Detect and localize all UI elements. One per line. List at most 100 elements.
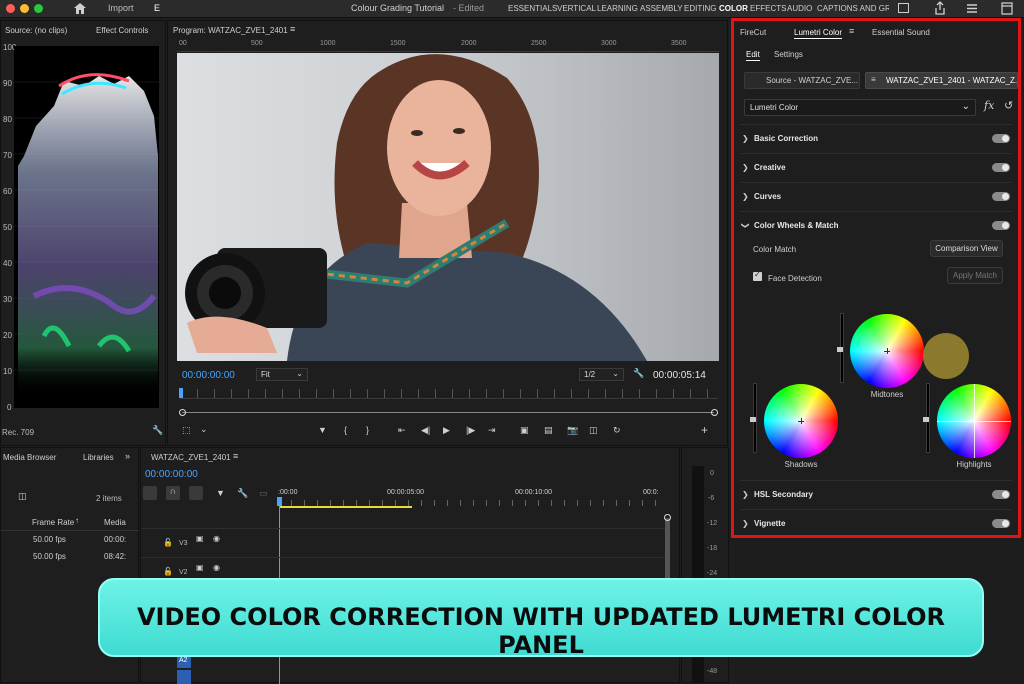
magnet-icon[interactable]: ∩ — [166, 486, 180, 500]
section-toggle[interactable] — [992, 490, 1010, 499]
zoom-window-button[interactable] — [34, 4, 43, 13]
lock-icon[interactable]: 🔓 — [163, 538, 173, 547]
reset-icon[interactable]: ↺ — [1004, 99, 1013, 112]
scroll-handle-top[interactable] — [664, 514, 671, 521]
timeline-tab[interactable]: WATZAC_ZVE1_2401 — [151, 453, 231, 462]
panel-menu-icon[interactable]: ≡ — [849, 26, 854, 36]
fx-icon[interactable]: fx — [984, 99, 994, 112]
face-detection-checkbox[interactable]: ✓ — [753, 270, 762, 281]
play-icon[interactable]: ▶ — [443, 425, 450, 436]
subtab-edit[interactable]: Edit — [746, 50, 760, 61]
panel-menu-icon[interactable]: ≡ — [233, 451, 238, 461]
add-marker-icon[interactable]: ▼ — [318, 425, 327, 435]
film-icon[interactable]: ▣ — [196, 563, 204, 572]
section-toggle[interactable] — [992, 134, 1010, 143]
mark-in-icon[interactable]: { — [344, 425, 347, 435]
eye-icon[interactable]: ◉ — [213, 534, 220, 543]
panel-menu-icon[interactable]: ≡ — [290, 24, 295, 34]
highlights-slider-handle[interactable] — [923, 417, 929, 422]
workspace-audio[interactable]: AUDIO — [787, 4, 812, 13]
col-frame-rate[interactable]: Frame Rate — [32, 518, 74, 527]
wrench-icon[interactable]: 🔧 — [633, 368, 644, 379]
menu-lines-icon[interactable] — [966, 3, 978, 14]
table-row[interactable]: 50.00 fps 00:00: — [1, 532, 139, 549]
apply-match-button[interactable]: Apply Match — [947, 267, 1003, 284]
tab-essential-sound[interactable]: Essential Sound — [872, 28, 930, 37]
mark-out-icon[interactable]: } — [366, 425, 369, 435]
table-row[interactable]: 50.00 fps 08:42: — [1, 549, 139, 566]
workspace-editing[interactable]: EDITING — [684, 4, 716, 13]
shadows-wheel[interactable] — [764, 384, 838, 458]
program-video-frame[interactable] — [177, 53, 719, 361]
go-to-out-icon[interactable]: ⇥ — [488, 425, 496, 436]
midtones-wheel[interactable] — [850, 314, 924, 388]
workspace-effects[interactable]: EFFECTS — [750, 4, 786, 13]
workspace-vertical[interactable]: VERTICAL — [557, 4, 596, 13]
program-playhead[interactable] — [179, 388, 183, 398]
captions-icon[interactable]: ▭ — [259, 488, 268, 499]
step-back-icon[interactable]: ◀| — [421, 425, 430, 436]
extract-icon[interactable]: ▤ — [544, 425, 553, 436]
resolution-select[interactable]: 1/2 ⌄ — [579, 368, 624, 381]
panel-layout-icon[interactable] — [898, 3, 909, 13]
tab-libraries[interactable]: Libraries — [83, 453, 114, 462]
section-curves[interactable]: ❯ Curves — [740, 182, 1012, 209]
more-panels-icon[interactable]: » — [125, 451, 130, 461]
comparison-view-button[interactable]: Comparison View — [930, 240, 1003, 257]
snap-button[interactable] — [143, 486, 157, 500]
marker-icon[interactable]: ▼ — [216, 488, 225, 498]
col-media[interactable]: Media — [104, 518, 126, 527]
proxy-toggle-icon[interactable]: ↻ — [613, 425, 621, 436]
subtab-settings[interactable]: Settings — [774, 50, 803, 59]
track-v3[interactable]: V3 — [179, 540, 188, 547]
track-a3-target[interactable] — [177, 670, 191, 684]
safe-margins-icon[interactable]: ⬚ — [182, 425, 191, 436]
section-hsl-secondary[interactable]: ❯ HSL Secondary — [740, 480, 1012, 507]
edit-tab[interactable]: E — [154, 3, 160, 13]
track-v2[interactable]: V2 — [179, 569, 188, 576]
wrench-icon[interactable]: 🔧 — [152, 425, 163, 436]
folder-icon[interactable]: ◫ — [18, 491, 27, 502]
minimize-window-button[interactable] — [20, 4, 29, 13]
close-window-button[interactable] — [6, 4, 15, 13]
scroll-handle-left[interactable] — [179, 409, 186, 416]
share-icon[interactable] — [934, 1, 946, 15]
zoom-fit-select[interactable]: Fit ⌄ — [256, 368, 308, 381]
zoom-scroll-bar[interactable] — [182, 412, 714, 413]
go-to-in-icon[interactable]: ⇤ — [398, 425, 406, 436]
step-forward-icon[interactable]: |▶ — [466, 425, 475, 436]
workspace-learning[interactable]: LEARNING — [597, 4, 638, 13]
tab-firecut[interactable]: FireCut — [740, 28, 766, 37]
scroll-handle-right[interactable] — [711, 409, 718, 416]
lock-icon[interactable]: 🔓 — [163, 567, 173, 576]
section-vignette[interactable]: ❯ Vignette — [740, 509, 1012, 536]
workspace-essentials[interactable]: ESSENTIALS — [508, 4, 557, 13]
import-tab[interactable]: Import — [108, 3, 134, 13]
workspace-assembly[interactable]: ASSEMBLY — [640, 4, 683, 13]
wrench-icon[interactable]: 🔧 — [237, 488, 248, 499]
eye-icon[interactable]: ◉ — [213, 563, 220, 572]
tab-media-browser[interactable]: Media Browser — [3, 453, 56, 462]
section-toggle[interactable] — [992, 519, 1010, 528]
section-color-wheels[interactable]: ❯ Color Wheels & Match — [740, 211, 1012, 238]
program-title[interactable]: Program: WATZAC_ZVE1_2401 — [173, 26, 288, 35]
program-mini-ruler[interactable] — [180, 389, 718, 399]
tab-effect-controls[interactable]: Effect Controls — [96, 26, 148, 35]
program-current-timecode[interactable]: 00:00:00:00 — [182, 370, 235, 381]
export-frame-icon[interactable]: 📷 — [567, 425, 578, 436]
effect-select[interactable]: Lumetri Color ⌄ — [744, 99, 976, 116]
section-basic-correction[interactable]: ❯ Basic Correction — [740, 124, 1012, 151]
lift-icon[interactable]: ▣ — [520, 425, 529, 436]
workspace-captions[interactable]: CAPTIONS AND GRA — [817, 4, 889, 13]
fullscreen-icon[interactable] — [1001, 2, 1013, 15]
section-toggle[interactable] — [992, 192, 1010, 201]
section-toggle[interactable] — [992, 221, 1010, 230]
highlights-wheel[interactable] — [937, 384, 1011, 458]
tab-lumetri-color[interactable]: Lumetri Color — [794, 28, 843, 39]
workspace-color[interactable]: COLOR — [719, 4, 748, 13]
source-clip-button[interactable]: Source - WATZAC_ZVE... — [744, 72, 860, 89]
tab-source[interactable]: Source: (no clips) — [5, 26, 67, 35]
chevron-down-icon[interactable]: ⌄ — [200, 424, 208, 435]
timeline-playhead[interactable] — [277, 497, 282, 506]
linked-selection-button[interactable] — [189, 486, 203, 500]
